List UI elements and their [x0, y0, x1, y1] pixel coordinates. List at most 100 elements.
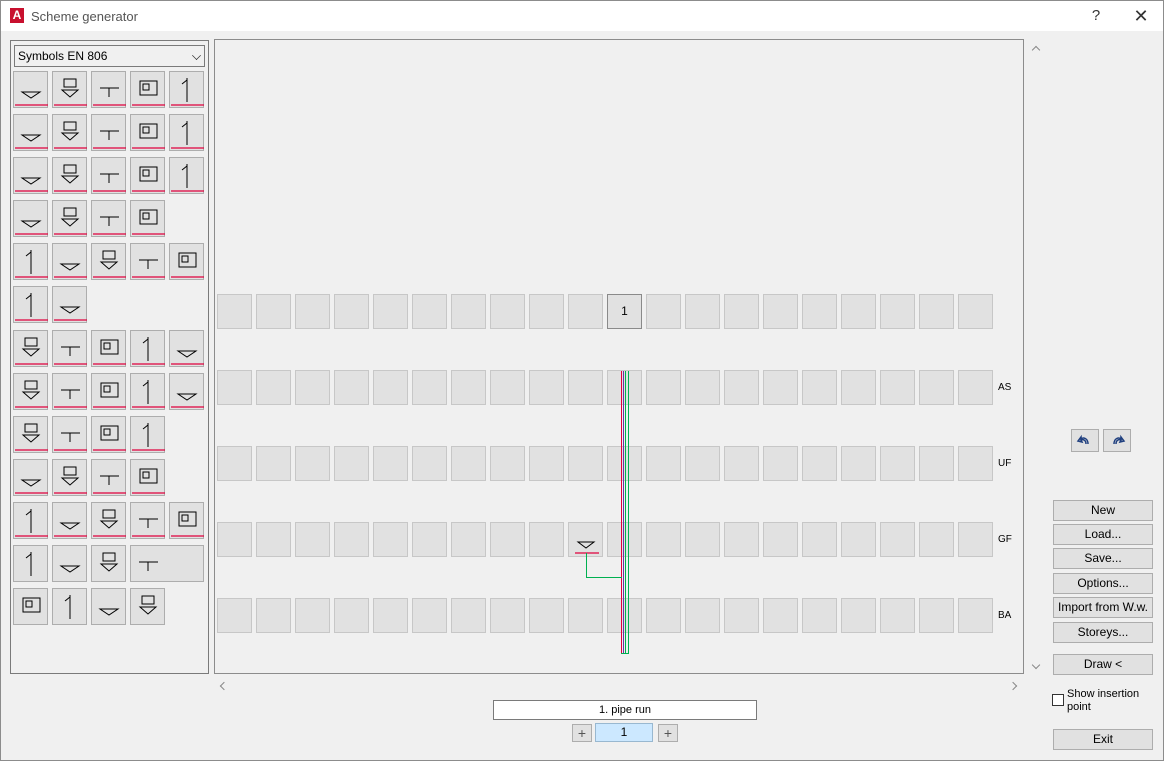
symbol-set-dropdown[interactable]: Symbols EN 806	[14, 45, 205, 67]
scheme-cell[interactable]	[763, 446, 798, 481]
scheme-cell[interactable]	[763, 294, 798, 329]
scheme-cell[interactable]	[802, 522, 837, 557]
scheme-cell[interactable]	[334, 446, 369, 481]
scheme-cell[interactable]	[958, 370, 993, 405]
scheme-cell[interactable]	[568, 294, 603, 329]
symbol-button[interactable]	[130, 243, 165, 280]
help-icon[interactable]: ?	[1084, 5, 1108, 27]
show-insertion-point-checkbox[interactable]	[1052, 694, 1064, 706]
scheme-cell[interactable]	[841, 370, 876, 405]
scheme-cell[interactable]	[412, 598, 447, 633]
scheme-cell[interactable]	[373, 294, 408, 329]
symbol-button[interactable]	[130, 588, 165, 625]
symbol-button[interactable]	[130, 330, 165, 367]
scheme-cell[interactable]	[919, 294, 954, 329]
symbol-button[interactable]	[13, 157, 48, 194]
symbol-button[interactable]	[52, 373, 87, 410]
scheme-cell[interactable]	[646, 294, 681, 329]
scheme-cell[interactable]	[490, 370, 525, 405]
symbol-button[interactable]	[52, 71, 87, 108]
symbol-button[interactable]	[52, 416, 87, 453]
scheme-cell[interactable]	[490, 446, 525, 481]
storeys-button[interactable]: Storeys...	[1053, 622, 1153, 643]
scheme-cell[interactable]	[295, 446, 330, 481]
scheme-cell[interactable]	[646, 522, 681, 557]
scheme-cell[interactable]	[568, 370, 603, 405]
scheme-cell[interactable]	[685, 294, 720, 329]
symbol-button[interactable]	[52, 243, 87, 280]
options-button[interactable]: Options...	[1053, 573, 1153, 594]
scheme-cell[interactable]	[217, 446, 252, 481]
scheme-cell[interactable]	[412, 370, 447, 405]
symbol-button[interactable]	[130, 502, 165, 539]
scheme-cell[interactable]	[256, 294, 291, 329]
scheme-cell[interactable]	[373, 598, 408, 633]
scheme-cell[interactable]	[373, 370, 408, 405]
scheme-cell[interactable]	[646, 370, 681, 405]
scheme-cell[interactable]	[490, 522, 525, 557]
scheme-cell[interactable]	[646, 446, 681, 481]
scheme-cell[interactable]	[295, 598, 330, 633]
scheme-cell[interactable]	[334, 522, 369, 557]
symbol-button[interactable]	[130, 200, 165, 237]
symbol-button[interactable]	[130, 416, 165, 453]
symbol-button[interactable]	[91, 459, 126, 496]
scheme-cell[interactable]	[256, 522, 291, 557]
previous-pipe-run-button[interactable]: +	[572, 724, 592, 742]
scheme-cell[interactable]	[217, 598, 252, 633]
scheme-cell[interactable]	[958, 294, 993, 329]
scheme-cell[interactable]	[256, 370, 291, 405]
scheme-cell[interactable]	[373, 446, 408, 481]
exit-button[interactable]: Exit	[1053, 729, 1153, 750]
scheme-cell[interactable]	[802, 370, 837, 405]
scheme-cell[interactable]	[880, 446, 915, 481]
scheme-cell[interactable]	[841, 598, 876, 633]
scroll-right-icon[interactable]	[1008, 681, 1018, 691]
scheme-cell[interactable]	[802, 294, 837, 329]
scheme-cell[interactable]	[568, 598, 603, 633]
symbol-button[interactable]	[169, 502, 204, 539]
scheme-cell[interactable]	[958, 598, 993, 633]
draw-button[interactable]: Draw <	[1053, 654, 1153, 675]
symbol-button[interactable]	[130, 157, 165, 194]
pipe-run-name-field[interactable]: 1. pipe run	[493, 700, 757, 720]
scheme-cell[interactable]	[685, 522, 720, 557]
scheme-cell[interactable]	[451, 598, 486, 633]
scheme-cell[interactable]	[256, 446, 291, 481]
pipe-run-number-field[interactable]: 1	[595, 723, 653, 742]
scheme-cell[interactable]	[958, 522, 993, 557]
scheme-cell[interactable]	[529, 598, 564, 633]
load-button[interactable]: Load...	[1053, 524, 1153, 545]
scheme-cell[interactable]	[880, 598, 915, 633]
symbol-button[interactable]	[52, 200, 87, 237]
symbol-button[interactable]	[91, 71, 126, 108]
scheme-cell[interactable]	[451, 446, 486, 481]
scheme-cell[interactable]	[217, 522, 252, 557]
scheme-cell[interactable]	[373, 522, 408, 557]
symbol-button[interactable]	[52, 588, 87, 625]
scheme-cell[interactable]	[451, 294, 486, 329]
symbol-button[interactable]	[52, 157, 87, 194]
symbol-button[interactable]	[169, 157, 204, 194]
scheme-cell[interactable]	[529, 370, 564, 405]
scheme-cell[interactable]	[880, 294, 915, 329]
symbol-button[interactable]	[130, 459, 165, 496]
symbol-button[interactable]	[91, 243, 126, 280]
scheme-cell[interactable]	[841, 294, 876, 329]
symbol-button[interactable]	[52, 114, 87, 151]
symbol-button[interactable]	[13, 200, 48, 237]
scheme-cell[interactable]	[919, 446, 954, 481]
symbol-button[interactable]	[169, 373, 204, 410]
symbol-button[interactable]	[52, 286, 87, 323]
symbol-button[interactable]	[169, 330, 204, 367]
symbol-button[interactable]	[13, 330, 48, 367]
symbol-button[interactable]	[13, 545, 48, 582]
symbol-button[interactable]	[130, 545, 204, 582]
scheme-cell[interactable]	[685, 446, 720, 481]
scheme-cell[interactable]	[802, 598, 837, 633]
scheme-cell[interactable]	[685, 598, 720, 633]
symbol-button[interactable]	[91, 545, 126, 582]
close-icon[interactable]: ✕	[1129, 5, 1153, 27]
symbol-button[interactable]	[13, 243, 48, 280]
symbol-button[interactable]	[130, 114, 165, 151]
